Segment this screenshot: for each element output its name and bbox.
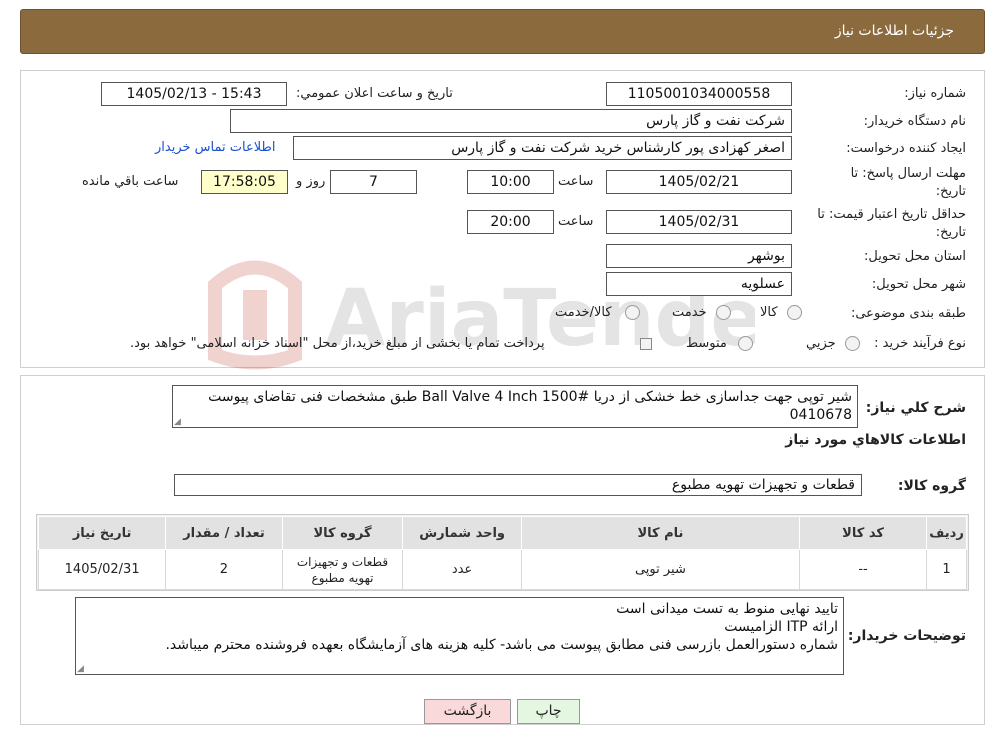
- validity-date-field: 1405/02/31: [606, 210, 792, 234]
- col-header-name: نام کالا: [520, 516, 800, 550]
- cell-qty: 2: [165, 549, 283, 590]
- buyer-note-line-2: ارائه ITP الزامیست: [724, 619, 838, 635]
- deadline-time-field: 10:00: [467, 170, 554, 194]
- requester-field: اصغر کهزادی پور کارشناس خرید شرکت نفت و …: [293, 136, 792, 160]
- deadline-label: مهلت ارسال پاسخ: تا: [850, 166, 966, 181]
- col-header-code: کد کالا: [798, 516, 928, 550]
- category-option-goods: کالا: [760, 305, 778, 320]
- goods-section-title: اطلاعات کالاهاي مورد نیاز: [785, 432, 966, 448]
- cell-name: شیر توپی: [520, 549, 800, 590]
- deadline-date-field: 1405/02/21: [606, 170, 792, 194]
- purchase-radio-medium[interactable]: [738, 336, 753, 351]
- buyer-org-field: شرکت نفت و گاز پارس: [230, 109, 792, 133]
- remaining-label: ساعت باقي مانده: [82, 174, 179, 189]
- buyer-notes-textarea: تایید نهایی منوط به تست میدانی است ارائه…: [75, 597, 844, 675]
- days-label: روز و: [296, 174, 326, 189]
- goods-group-label: گروه کالا:: [897, 478, 966, 494]
- need-number-field: 1105001034000558: [606, 82, 792, 106]
- resize-grip-icon: ◢: [77, 664, 84, 674]
- cell-code: --: [798, 549, 928, 590]
- category-label: طبقه بندی موضوعی:: [850, 306, 966, 321]
- cell-row: 1: [926, 549, 967, 590]
- col-header-date: تاریخ نیاز: [37, 516, 167, 550]
- category-option-service: خدمت: [672, 305, 707, 320]
- col-header-row: ردیف: [926, 516, 967, 550]
- validity-label: حداقل تاریخ اعتبار قیمت: تا: [817, 207, 966, 222]
- description-textarea: شیر توپی جهت جداسازی خط خشکی از دریا Bal…: [172, 385, 858, 428]
- col-header-unit: واحد شمارش: [402, 516, 522, 550]
- table-row: 1 -- شیر توپی عدد قطعات و تجهیزات تهویه …: [37, 549, 967, 590]
- purchase-type-label: نوع فرآیند خرید :: [874, 336, 966, 351]
- goods-group-field: قطعات و تجهیزات تهویه مطبوع: [174, 474, 862, 496]
- description-label: شرح کلي نیاز:: [865, 400, 966, 416]
- province-field: بوشهر: [606, 244, 792, 268]
- buyer-notes-label: توضیحات خریدار:: [847, 628, 966, 644]
- page-title: جزئیات اطلاعات نیاز: [834, 23, 954, 39]
- cell-group: قطعات و تجهیزات تهویه مطبوع: [281, 549, 404, 590]
- buyer-note-line-3: شماره دستورالعمل بازرسی فنی مطابق پیوست …: [165, 637, 838, 653]
- buyer-org-label: نام دستگاه خریدار:: [863, 114, 966, 129]
- resize-grip-icon: ◢: [174, 417, 181, 427]
- deadline-label-date: تاریخ:: [935, 184, 966, 199]
- validity-label-date: تاریخ:: [935, 225, 966, 240]
- province-label: استان محل تحویل:: [864, 249, 966, 264]
- purchase-radio-minor[interactable]: [845, 336, 860, 351]
- goods-table: ردیف کد کالا نام کالا واحد شمارش گروه کا…: [37, 516, 967, 590]
- buyer-note-line-1: تایید نهایی منوط به تست میدانی است: [616, 601, 838, 617]
- announce-datetime-field: 1405/02/13 - 15:43: [101, 82, 287, 106]
- validity-time-label: ساعت: [558, 214, 594, 229]
- need-number-label: شماره نیاز:: [904, 86, 966, 101]
- remaining-time-field: 17:58:05: [201, 170, 288, 194]
- col-header-qty: تعداد / مقدار: [165, 516, 283, 550]
- col-header-group: گروه کالا: [281, 516, 404, 550]
- category-radio-service[interactable]: [716, 305, 731, 320]
- category-option-goods-service: کالا/خدمت: [555, 305, 612, 320]
- purchase-option-medium: متوسط: [686, 336, 727, 351]
- cell-date: 1405/02/31: [37, 549, 167, 590]
- days-field: 7: [330, 170, 417, 194]
- treasury-checkbox[interactable]: [640, 338, 652, 350]
- requester-label: ایجاد کننده درخواست:: [846, 141, 966, 156]
- cell-unit: عدد: [402, 549, 522, 590]
- back-button[interactable]: بازگشت: [424, 699, 511, 724]
- category-radio-goods-service[interactable]: [625, 305, 640, 320]
- print-button[interactable]: چاپ: [517, 699, 580, 724]
- page-header: جزئیات اطلاعات نیاز: [20, 9, 985, 54]
- announce-label: تاریخ و ساعت اعلان عمومي:: [296, 86, 453, 101]
- city-field: عسلویه: [606, 272, 792, 296]
- city-label: شهر محل تحویل:: [871, 277, 966, 292]
- validity-time-field: 20:00: [467, 210, 554, 234]
- deadline-time-label: ساعت: [558, 174, 594, 189]
- buyer-contact-link[interactable]: اطلاعات تماس خریدار: [155, 140, 275, 155]
- purchase-note: پرداخت تمام یا بخشی از مبلغ خرید،از محل …: [130, 336, 545, 351]
- purchase-option-minor: جزيي: [806, 336, 836, 351]
- category-radio-goods[interactable]: [787, 305, 802, 320]
